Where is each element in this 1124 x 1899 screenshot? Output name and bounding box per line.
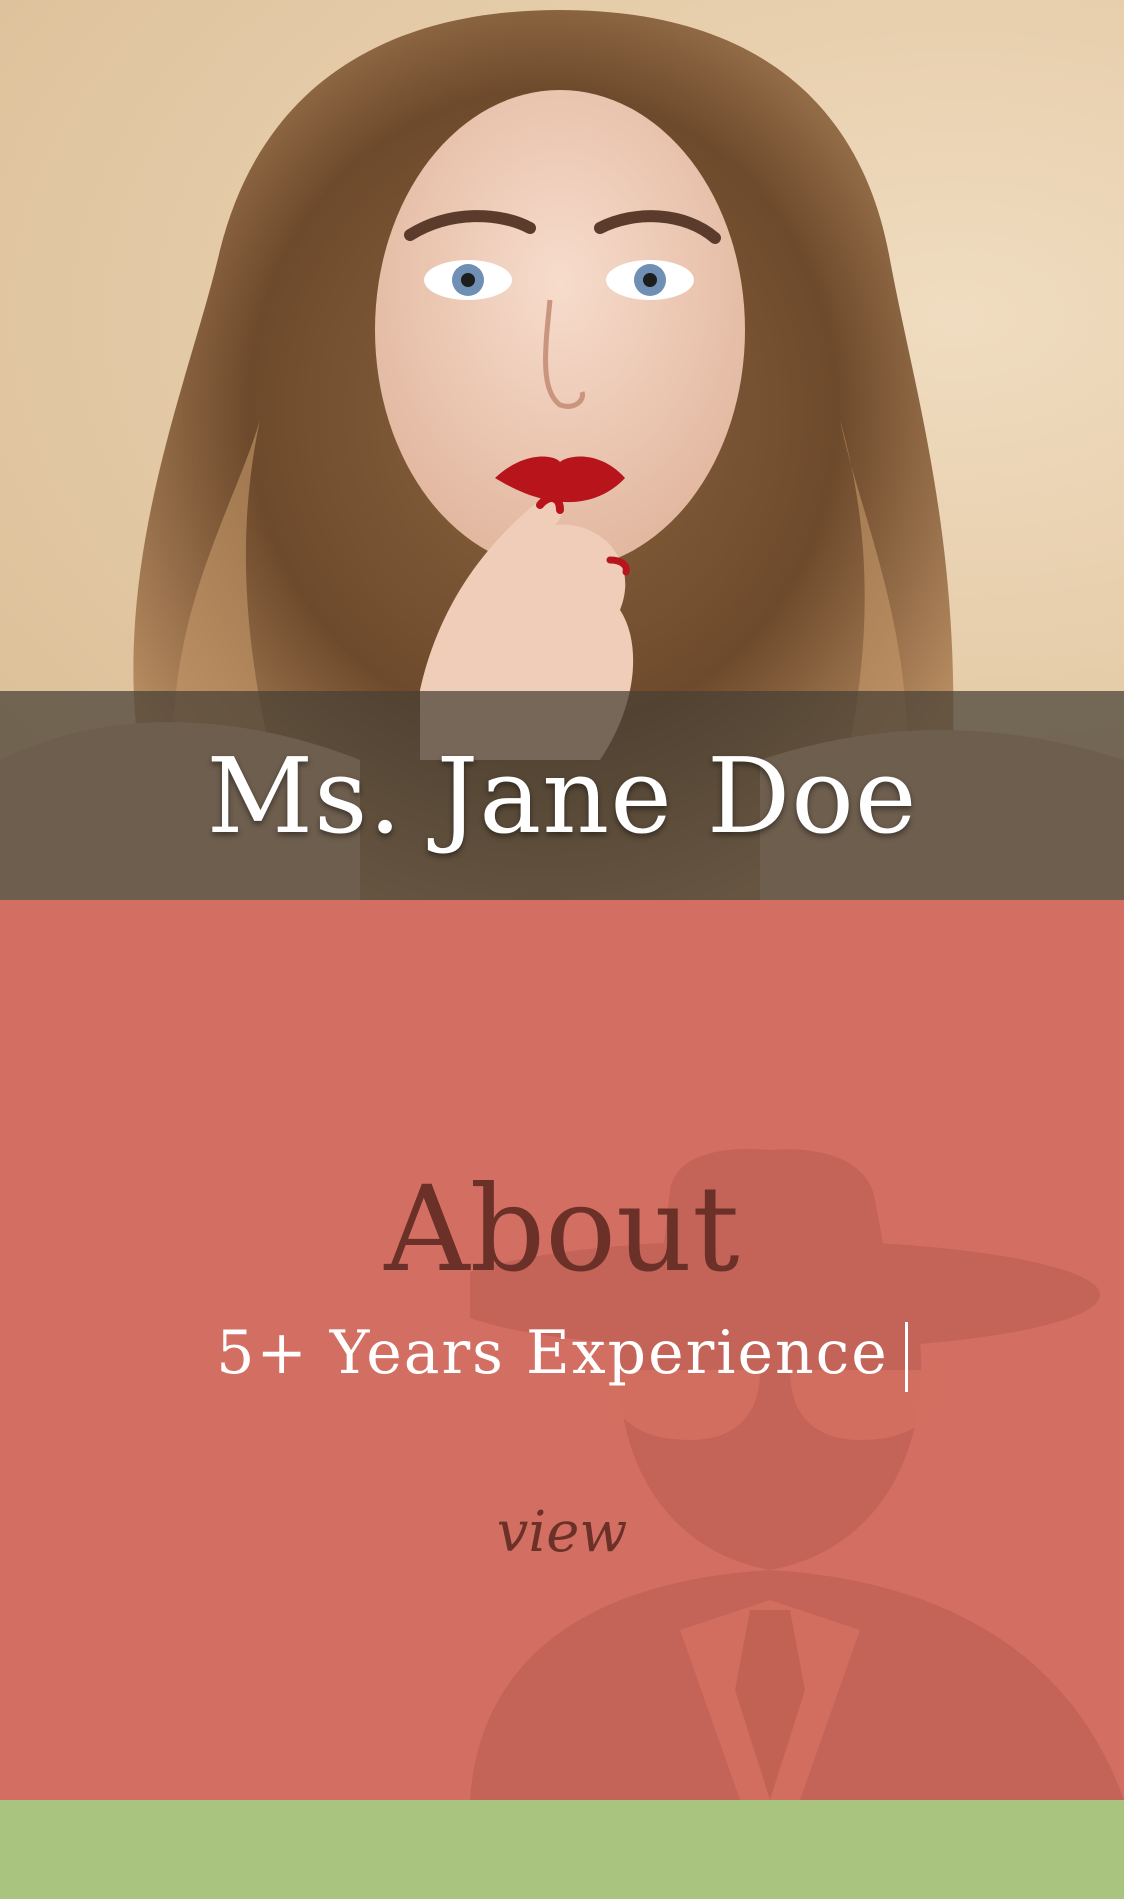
profile-name: Ms. Jane Doe [206,734,918,857]
experience-tagline: 5+ Years Experience [0,1318,1124,1393]
typing-cursor [904,1322,908,1393]
name-banner: Ms. Jane Doe [0,691,1124,900]
view-link[interactable]: view [0,1500,1124,1565]
about-section: About 5+ Years Experience view [0,900,1124,1800]
hero-section: Ms. Jane Doe [0,0,1124,900]
experience-text: 5+ Years Experience [216,1318,889,1388]
about-heading: About [384,1160,740,1298]
next-section-strip [0,1800,1124,1899]
